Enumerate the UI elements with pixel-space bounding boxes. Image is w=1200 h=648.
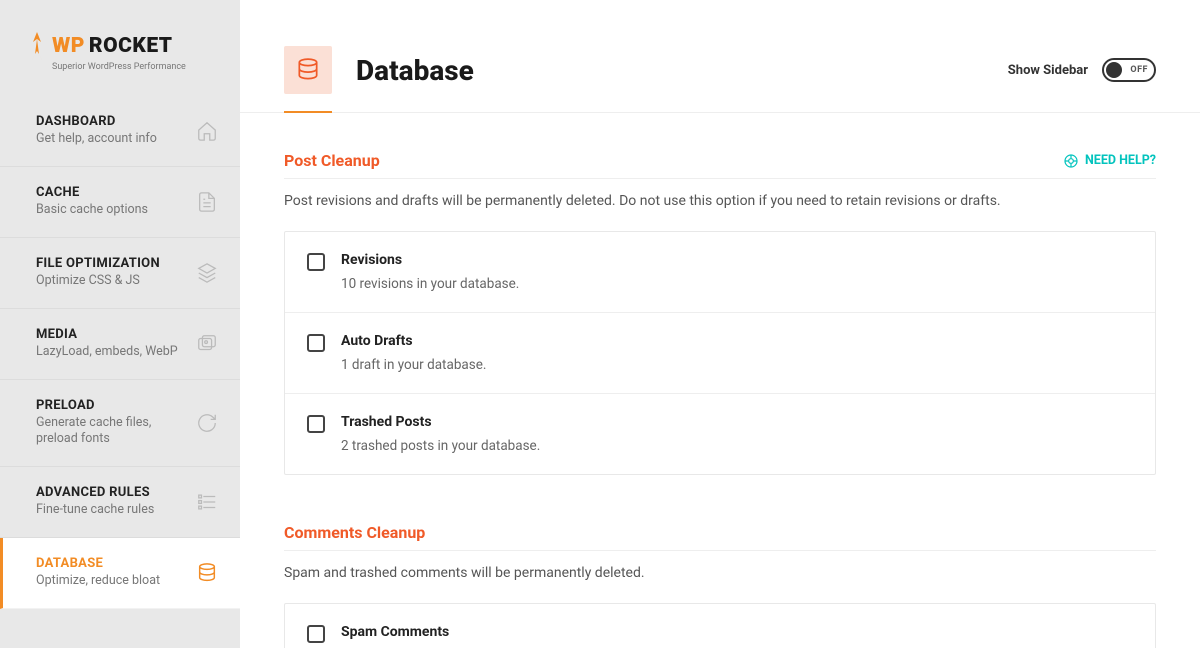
option-row: Trashed Posts 2 trashed posts in your dat…: [285, 394, 1155, 474]
page-header: Database Show Sidebar OFF: [240, 0, 1200, 113]
option-sub: 10 revisions in your database.: [341, 276, 519, 292]
option-row: Auto Drafts 1 draft in your database.: [285, 313, 1155, 394]
images-icon: [196, 333, 218, 355]
doc-icon: [196, 191, 218, 213]
page-title: Database: [356, 54, 474, 87]
nav-sub: LazyLoad, embeds, WebP: [36, 344, 196, 361]
option-label: Trashed Posts: [341, 414, 540, 430]
section-description: Spam and trashed comments will be perman…: [284, 565, 1156, 581]
main: Database Show Sidebar OFF Post Cleanup NE…: [240, 0, 1200, 648]
nav-item-media[interactable]: MEDIA LazyLoad, embeds, WebP: [0, 309, 240, 380]
nav-item-file-optimization[interactable]: FILE OPTIMIZATION Optimize CSS & JS: [0, 238, 240, 309]
need-help-label: NEED HELP?: [1085, 153, 1156, 168]
nav-title: ADVANCED RULES: [36, 485, 196, 500]
nav-title: FILE OPTIMIZATION: [36, 256, 196, 271]
list-icon: [196, 491, 218, 513]
options-box: Spam Comments: [284, 603, 1156, 648]
section-head: Post Cleanup NEED HELP?: [284, 151, 1156, 179]
nav-item-cache[interactable]: CACHE Basic cache options: [0, 167, 240, 238]
checkbox[interactable]: [307, 253, 325, 271]
checkbox[interactable]: [307, 625, 325, 643]
nav-title: PRELOAD: [36, 398, 196, 413]
home-icon: [196, 120, 218, 142]
database-icon: [196, 562, 218, 584]
sidebar-toggle[interactable]: OFF: [1102, 58, 1156, 82]
nav-title: MEDIA: [36, 327, 196, 342]
checkbox[interactable]: [307, 415, 325, 433]
rocket-icon: [28, 32, 46, 60]
need-help-link[interactable]: NEED HELP?: [1063, 153, 1156, 169]
nav-sub: Optimize, reduce bloat: [36, 573, 196, 590]
option-sub: 2 trashed posts in your database.: [341, 438, 540, 454]
logo-tagline: Superior WordPress Performance: [52, 62, 212, 72]
nav-list: DASHBOARD Get help, account info CACHE Basi…: [0, 96, 240, 609]
nav-sub: Basic cache options: [36, 202, 196, 219]
sidebar: WP ROCKET Superior WordPress Performance…: [0, 0, 240, 648]
nav-item-dashboard[interactable]: DASHBOARD Get help, account info: [0, 96, 240, 167]
nav-sub: Generate cache files, preload fonts: [36, 415, 196, 449]
nav-item-advanced-rules[interactable]: ADVANCED RULES Fine-tune cache rules: [0, 467, 240, 538]
options-box: Revisions 10 revisions in your database. A…: [284, 231, 1156, 475]
show-sidebar-label: Show Sidebar: [1008, 63, 1088, 78]
refresh-icon: [196, 412, 218, 434]
checkbox[interactable]: [307, 334, 325, 352]
section-description: Post revisions and drafts will be perman…: [284, 193, 1156, 209]
logo: WP ROCKET Superior WordPress Performance: [0, 0, 240, 96]
section-title: Comments Cleanup: [284, 523, 425, 542]
option-label: Revisions: [341, 252, 519, 268]
section-head: Comments Cleanup: [284, 523, 1156, 551]
logo-rocket: ROCKET: [89, 34, 173, 58]
nav-item-database[interactable]: DATABASE Optimize, reduce bloat: [0, 538, 240, 609]
option-row: Revisions 10 revisions in your database.: [285, 232, 1155, 313]
database-icon: [284, 46, 332, 94]
nav-title: CACHE: [36, 185, 196, 200]
nav-sub: Get help, account info: [36, 131, 196, 148]
option-sub: 1 draft in your database.: [341, 357, 486, 373]
option-row: Spam Comments: [285, 604, 1155, 648]
nav-sub: Fine-tune cache rules: [36, 502, 196, 519]
content: Post Cleanup NEED HELP? Post revisions and…: [240, 113, 1200, 648]
option-label: Auto Drafts: [341, 333, 486, 349]
section-title: Post Cleanup: [284, 151, 380, 170]
logo-wp: WP: [52, 34, 85, 58]
layers-icon: [196, 262, 218, 284]
option-label: Spam Comments: [341, 624, 449, 640]
toggle-state: OFF: [1130, 65, 1148, 75]
nav-item-preload[interactable]: PRELOAD Generate cache files, preload fon…: [0, 380, 240, 468]
nav-sub: Optimize CSS & JS: [36, 273, 196, 290]
nav-title: DASHBOARD: [36, 114, 196, 129]
nav-title: DATABASE: [36, 556, 196, 571]
